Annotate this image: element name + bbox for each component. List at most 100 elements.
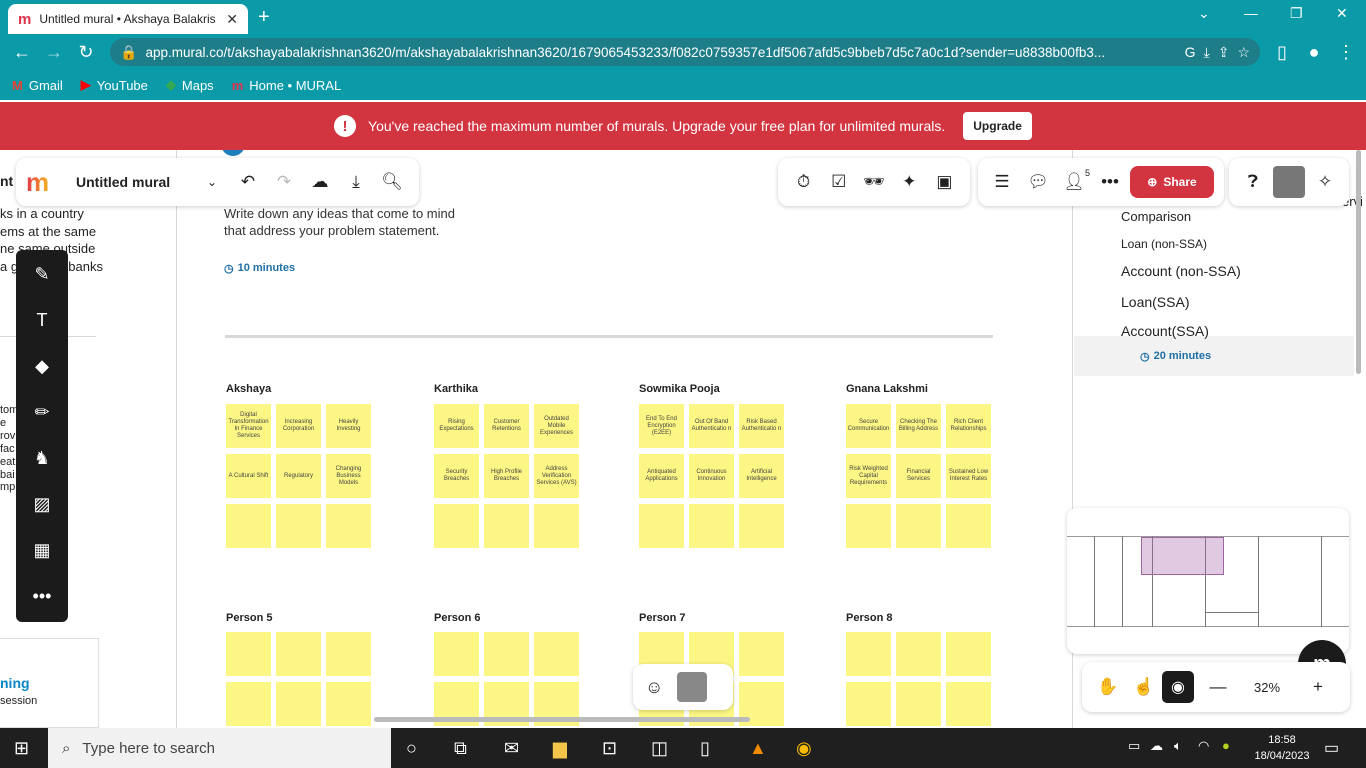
undo-icon[interactable]: ↶ [230,172,266,192]
mural-title[interactable]: Untitled mural [76,174,194,190]
text-icon[interactable]: T [16,310,68,331]
draw-icon[interactable]: ✏ [16,402,68,423]
members-icon[interactable]: 👤︎ 5 [1056,168,1092,192]
share-button[interactable]: ⊕ Share [1130,166,1214,198]
select-hand-icon[interactable]: ☝ [1126,677,1162,697]
summon-icon[interactable]: ✦ [892,172,927,192]
sticky-note[interactable] [846,682,891,726]
sticky-note[interactable] [226,632,271,676]
bookmark-gmail[interactable]: M Gmail [12,78,63,93]
emoji-icon[interactable]: ☺ [645,677,663,698]
sticky-note[interactable]: Increasing Corporation [276,404,321,448]
menu-kebab-icon[interactable]: ⋮ [1330,42,1362,63]
reload-icon[interactable]: ↻ [70,42,102,63]
sticky-note[interactable]: Checking The Billing Address [896,404,941,448]
battery-icon[interactable]: ▭ [1128,738,1140,754]
sticky-note[interactable] [846,504,891,548]
sticky-note[interactable] [896,632,941,676]
sticky-note[interactable]: Security Breaches [434,454,479,498]
install-icon[interactable]: ⤓ [1204,44,1210,61]
export-icon[interactable]: ⤓ [338,172,374,192]
ai-sparkle-icon[interactable]: ✧ [1307,172,1343,192]
sticky-note[interactable]: Address Verification Services (AVS) [534,454,579,498]
sticky-note[interactable]: Digital Transformation In Finance Servic… [226,404,271,448]
sticky-note[interactable] [946,504,991,548]
minimap[interactable] [1067,508,1349,654]
participant-avatar[interactable] [677,672,708,702]
file-explorer-icon[interactable]: ▆ [553,738,567,759]
sticky-note[interactable] [434,632,479,676]
volume-icon[interactable]: 🔈︎ [1174,738,1182,754]
windows-start-icon[interactable]: ⊞ [14,738,29,759]
close-tab-icon[interactable]: ✕ [226,11,238,28]
voting-icon[interactable]: ☑ [821,172,856,192]
camera-icon[interactable]: ◫ [651,738,668,759]
new-tab-icon[interactable]: + [258,6,270,29]
mode-toggle-icon[interactable]: ◉ [1162,671,1194,703]
mural-canvas[interactable]: nt ks in a country ems at the same ne sa… [0,150,1366,728]
sticky-note[interactable] [896,504,941,548]
sticky-note[interactable]: Heavily Investing [326,404,371,448]
right-timer[interactable]: ◷ 20 minutes [1140,350,1211,363]
sticky-note[interactable]: Artificial Intelligence [739,454,784,498]
sticky-note[interactable]: A Cultural Shift [226,454,271,498]
timer-tool-icon[interactable]: ⏱ [786,172,821,192]
cortana-icon[interactable]: ○ [406,738,417,759]
chrome-icon[interactable]: ◉ [796,738,812,759]
sticky-note[interactable] [846,632,891,676]
user-avatar[interactable] [1273,166,1305,198]
private-mode-icon[interactable]: 🕶 [856,172,891,192]
more-icon[interactable]: ••• [1092,172,1128,192]
lock-icon[interactable]: 🔒 [120,44,137,61]
bookmark-star-icon[interactable]: ☆ [1237,44,1250,61]
sticky-note[interactable]: Changing Business Models [326,454,371,498]
sticky-note[interactable] [739,504,784,548]
timer[interactable]: ◷ 10 minutes [224,262,295,275]
clock[interactable]: 18:58 18/04/2023 [1252,732,1312,764]
minimap-viewport[interactable] [1141,537,1224,575]
gif-icon[interactable]: ♞ [16,448,68,469]
sticky-note[interactable] [534,632,579,676]
sticky-note[interactable] [896,682,941,726]
chevron-down-icon[interactable]: ⌄ [194,175,230,189]
share-page-icon[interactable]: ⇪ [1218,44,1230,61]
sticky-note[interactable] [276,504,321,548]
sticky-note[interactable]: High Profile Breaches [484,454,529,498]
sticky-note-icon[interactable]: ✎ [16,264,68,285]
cloud-saved-icon[interactable]: ☁ [302,172,338,192]
mail-icon[interactable]: ✉ [504,738,519,759]
minimize-icon[interactable]: — [1244,5,1258,21]
sticky-note[interactable]: Customer Retentions [484,404,529,448]
sticky-note[interactable]: Rising Expectations [434,404,479,448]
task-view-icon[interactable]: ⧉ [454,738,467,759]
document-icon[interactable]: ▯ [700,738,710,759]
restore-icon[interactable]: ❐ [1290,5,1303,22]
sticky-note[interactable] [326,504,371,548]
bookmark-mural[interactable]: m Home • MURAL [232,78,342,93]
onedrive-icon[interactable]: ☁ [1150,738,1163,754]
profile-avatar[interactable]: ● [1298,42,1330,63]
sticky-note[interactable] [226,682,271,726]
sticky-note[interactable] [326,682,371,726]
vertical-scrollbar[interactable] [1356,150,1361,374]
outline-icon[interactable]: ☰ [984,172,1020,192]
upgrade-button[interactable]: Upgrade [963,112,1032,140]
tab-search-icon[interactable]: ⌄ [1198,5,1210,22]
zoom-level[interactable]: 32% [1254,680,1294,695]
sticky-note[interactable] [946,682,991,726]
sticky-note[interactable]: Outdated Mobile Experiences [534,404,579,448]
sticky-note[interactable] [689,504,734,548]
sticky-note[interactable] [276,632,321,676]
taskbar-search[interactable]: ⌕ Type here to search [48,728,391,768]
sticky-note[interactable]: Antiquated Applications [639,454,684,498]
notifications-icon[interactable]: ▭ [1324,738,1339,758]
side-panel-icon[interactable]: ▯ [1266,42,1298,63]
sticky-note[interactable]: Rich Client Relationships [946,404,991,448]
close-window-icon[interactable]: ✕ [1336,5,1348,22]
tray-app-icon[interactable]: ● [1222,738,1230,753]
wifi-icon[interactable]: ◠ [1198,738,1209,754]
help-icon[interactable]: ❓︎ [1235,172,1271,192]
zoom-in-icon[interactable]: + [1300,677,1336,697]
store-icon[interactable]: ⊡ [602,738,617,759]
sticky-note[interactable]: Regulatory [276,454,321,498]
